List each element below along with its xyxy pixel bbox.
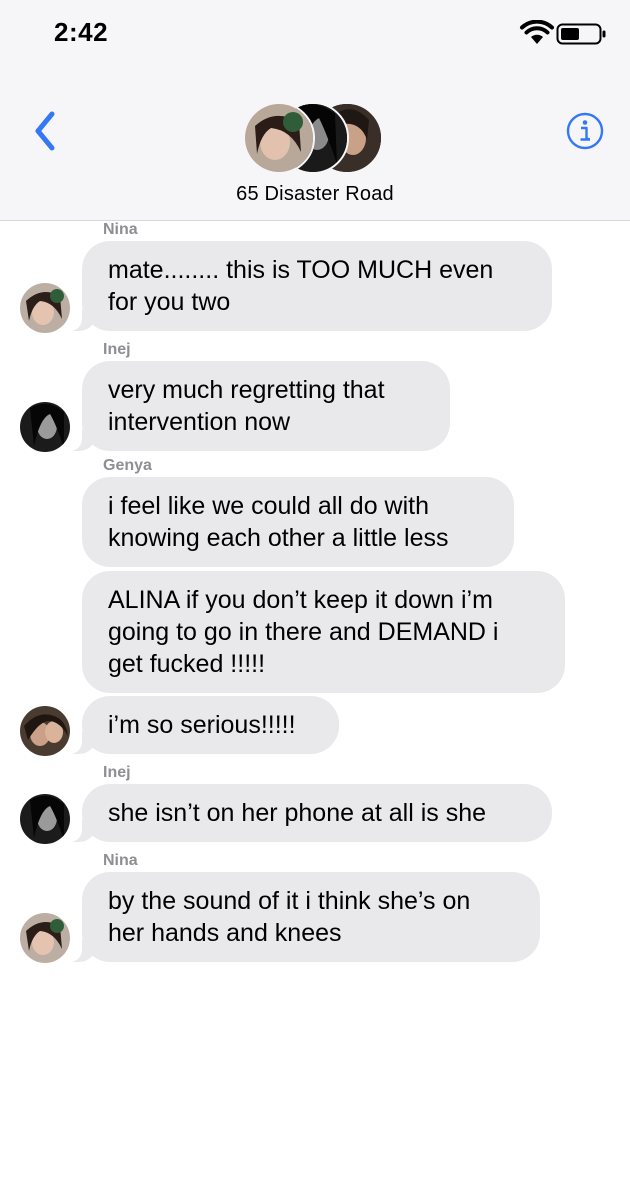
- message-line: by the sound of it i think she’s on: [108, 887, 471, 915]
- avatar-inej[interactable]: [20, 402, 70, 452]
- message-bubble[interactable]: i’m so serious!!!!!: [62, 696, 339, 754]
- sender-label: Genya: [103, 457, 152, 474]
- sender-label: Inej: [103, 341, 131, 358]
- message-bubble[interactable]: i feel like we could all do with knowing…: [82, 477, 514, 567]
- avatar-genya[interactable]: [20, 706, 70, 756]
- message-line: she isn’t on her phone at all is she: [108, 799, 487, 827]
- message-bubble[interactable]: mate........ this is TOO MUCH even for y…: [62, 241, 552, 331]
- message-thread[interactable]: Nina mate........ this is TOO MUCH even …: [0, 221, 630, 991]
- message-line: her hands and knees: [108, 919, 342, 947]
- group-avatars[interactable]: [243, 102, 383, 174]
- message-line: knowing each other a little less: [108, 524, 449, 552]
- message-line: i’m so serious!!!!!: [108, 711, 296, 739]
- info-icon[interactable]: [566, 112, 604, 150]
- battery-icon: [556, 23, 606, 45]
- group-avatar-1: [243, 102, 315, 174]
- message-line: i feel like we could all do with: [108, 492, 429, 520]
- avatar-nina[interactable]: [20, 913, 70, 963]
- message-line: mate........ this is TOO MUCH even: [108, 256, 494, 284]
- message-line: for you two: [108, 288, 231, 316]
- status-time: 2:42: [54, 17, 109, 47]
- message-bubble[interactable]: by the sound of it i think she’s on her …: [62, 872, 540, 962]
- message-line: very much regretting that: [108, 376, 385, 404]
- message-line: intervention now: [108, 408, 291, 436]
- sender-label: Inej: [103, 764, 131, 781]
- sender-label: Nina: [103, 852, 138, 869]
- group-name[interactable]: 65 Disaster Road: [0, 183, 630, 206]
- sender-label: Nina: [103, 221, 138, 238]
- message-bubble[interactable]: very much regretting that intervention n…: [62, 361, 450, 451]
- avatar-nina[interactable]: [20, 283, 70, 333]
- conversation-header: 2:42 65 Disaster Road: [0, 0, 630, 221]
- back-chevron-icon[interactable]: [30, 108, 60, 154]
- message-bubble[interactable]: she isn’t on her phone at all is she: [62, 784, 552, 842]
- message-line: get fucked !!!!!: [108, 650, 266, 678]
- avatar-inej[interactable]: [20, 794, 70, 844]
- message-line: going to go in there and DEMAND i: [108, 618, 499, 646]
- wifi-icon: [520, 20, 554, 44]
- message-bubble[interactable]: ALINA if you don’t keep it down i’m goin…: [82, 571, 565, 693]
- message-line: ALINA if you don’t keep it down i’m: [108, 586, 493, 614]
